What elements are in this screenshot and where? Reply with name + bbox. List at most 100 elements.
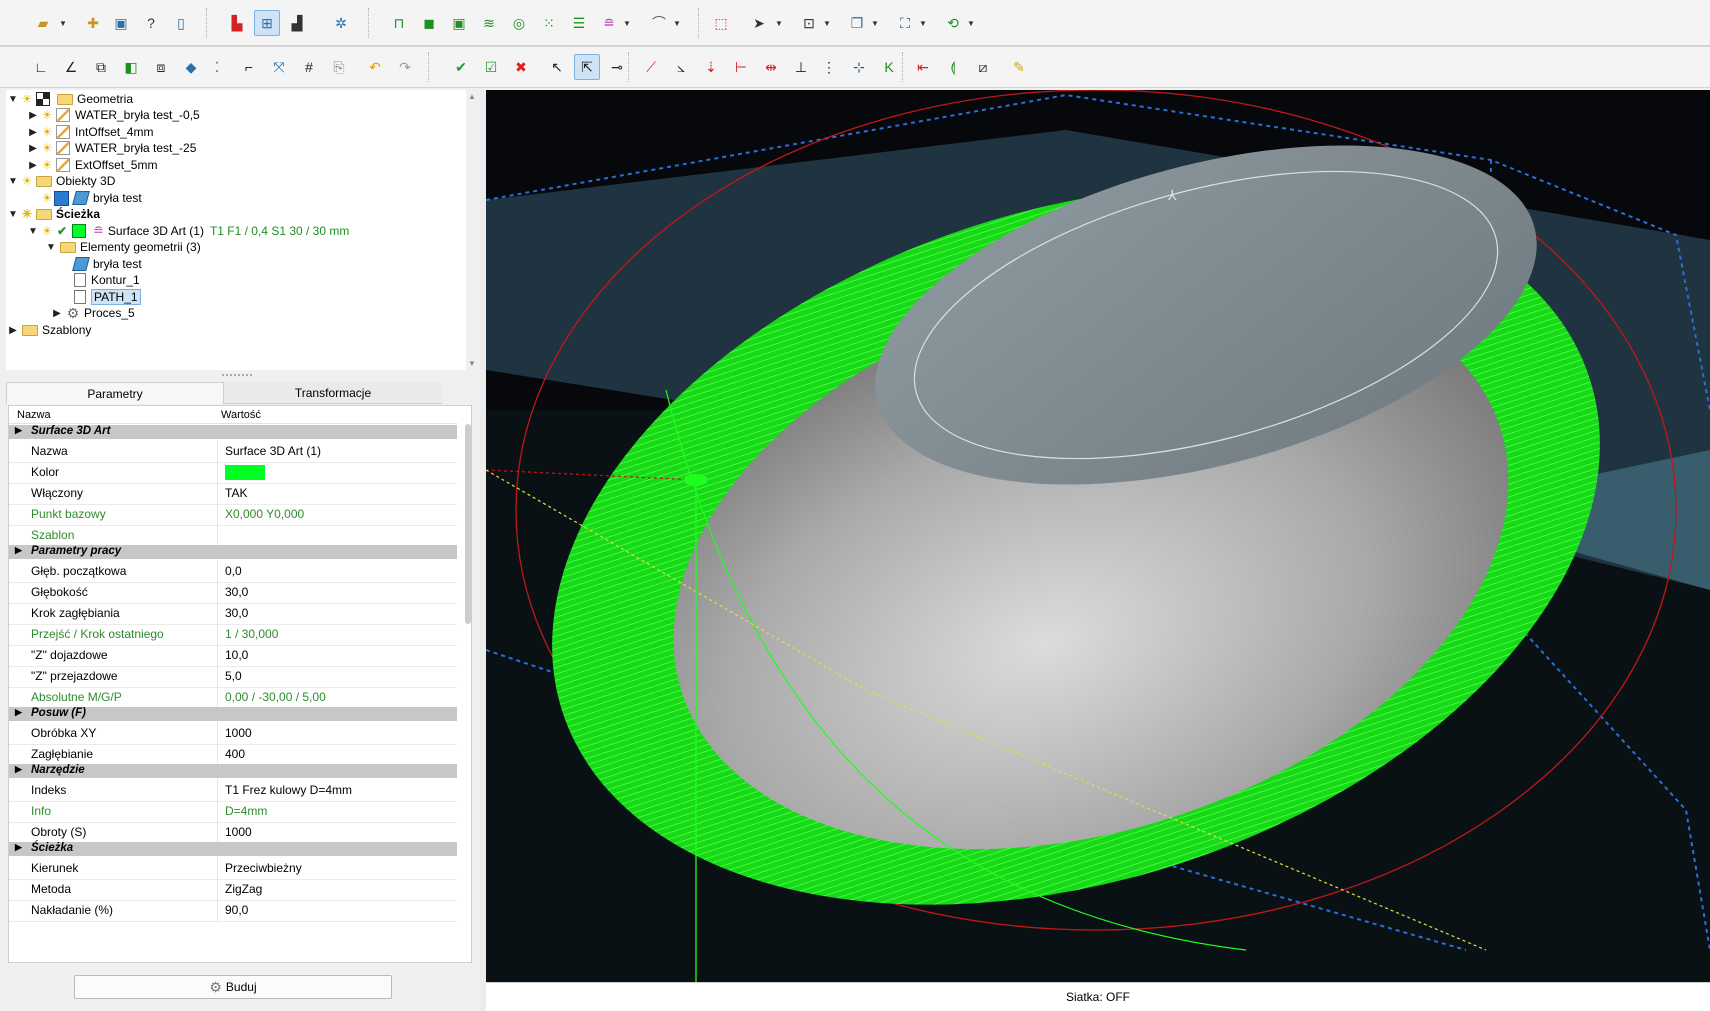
property-value[interactable]: Przeciwbieżny — [225, 861, 302, 875]
collapse-icon[interactable]: ▼ — [26, 226, 40, 237]
surface-dropdown-icon[interactable]: ▼ — [622, 10, 632, 36]
expand-icon[interactable]: ▶ — [15, 764, 22, 775]
property-row[interactable]: Zagłębianie 400 — [9, 743, 457, 766]
property-value[interactable]: ZigZag — [225, 882, 262, 896]
property-row[interactable]: "Z" dojazdowe 10,0 — [9, 644, 457, 667]
check-icon[interactable]: ✔ — [54, 224, 70, 238]
expand-icon[interactable]: ▶ — [26, 127, 40, 138]
surface-3d-icon[interactable]: ≘ — [596, 10, 622, 36]
step-icon[interactable]: ⌐ — [236, 54, 262, 80]
property-row[interactable]: Absolutne M/G/P 0,00 / -30,00 / 5,00 — [9, 686, 457, 709]
document-icon[interactable]: ▯ — [168, 10, 194, 36]
properties-icon[interactable]: ⎘ — [326, 54, 352, 80]
property-value[interactable]: 0,0 — [225, 564, 242, 578]
snap-dropdown-icon[interactable]: ▼ — [822, 10, 832, 36]
perpendicular-icon[interactable]: ⊥ — [788, 54, 814, 80]
collapse-icon[interactable]: ▼ — [6, 176, 20, 187]
select-move-icon[interactable]: ⇱ — [574, 54, 600, 80]
redo-icon[interactable]: ↷ — [392, 54, 418, 80]
layout-grid-icon[interactable]: ⊞ — [254, 10, 280, 36]
tree-item-szablony[interactable]: ▶ Szablony — [6, 321, 91, 339]
expand-icon[interactable]: ▶ — [15, 545, 22, 556]
refresh-icon[interactable]: ⟲ — [940, 10, 966, 36]
property-category[interactable]: ▶ Ścieżka — [9, 842, 457, 856]
bulb-icon[interactable]: ☀ — [40, 141, 54, 155]
property-value[interactable]: TAK — [225, 486, 247, 500]
bulb-icon[interactable]: ☀ — [40, 108, 54, 122]
property-row[interactable]: Przejść / Krok ostatniego 1 / 30,000 — [9, 623, 457, 646]
property-row[interactable]: Nazwa Surface 3D Art (1) — [9, 440, 457, 463]
chart-icon[interactable]: ▟ — [284, 10, 310, 36]
tree-item[interactable]: ▶ ☀ WATER_bryła test_-0,5 — [26, 106, 200, 124]
tree-scrollbar[interactable]: ▲ ▼ — [466, 90, 478, 370]
property-category[interactable]: ▶ Surface 3D Art — [9, 425, 457, 439]
axis-xy-icon[interactable]: ∟ — [28, 54, 54, 80]
property-row[interactable]: Szablon — [9, 524, 457, 547]
view-shaded-icon[interactable]: ◆ — [178, 54, 204, 80]
bounds-icon[interactable]: ⛶ — [892, 10, 918, 36]
property-value[interactable]: 1 / 30,000 — [225, 627, 278, 641]
property-value[interactable]: T1 Frez kulowy D=4mm — [225, 783, 352, 797]
property-value[interactable]: 30,0 — [225, 585, 248, 599]
scroll-up-icon[interactable]: ▲ — [468, 92, 476, 101]
property-row[interactable]: Obróbka XY 1000 — [9, 722, 457, 745]
tree-item[interactable]: Kontur_1 — [72, 271, 140, 289]
property-row[interactable]: Punkt bazowy X0,000 Y0,000 — [9, 503, 457, 526]
collapse-icon[interactable]: ▼ — [6, 94, 20, 105]
settings-icon[interactable]: ✲ — [328, 10, 354, 36]
curve-dropdown-icon[interactable]: ▼ — [672, 10, 682, 36]
property-row[interactable]: Info D=4mm — [9, 800, 457, 823]
expand-icon[interactable]: ▶ — [26, 160, 40, 171]
bulb-icon[interactable]: ☀ — [40, 191, 54, 205]
tab-parametry[interactable]: Parametry — [6, 382, 224, 404]
property-value[interactable]: 5,0 — [225, 669, 242, 683]
node-icon[interactable]: ⊸ — [604, 54, 630, 80]
contour-icon[interactable]: ⊓ — [386, 10, 412, 36]
angle-tool-icon[interactable]: ⦣ — [668, 54, 694, 80]
property-value[interactable]: Surface 3D Art (1) — [225, 444, 321, 458]
property-row[interactable]: Indeks T1 Frez kulowy D=4mm — [9, 779, 457, 802]
tab-transformacje[interactable]: Transformacje — [224, 382, 442, 404]
property-value[interactable]: 10,0 — [225, 648, 248, 662]
grid-icon[interactable]: # — [296, 54, 322, 80]
pocket-offset-icon[interactable]: ▣ — [446, 10, 472, 36]
property-row[interactable]: Krok zagłębiania 30,0 — [9, 602, 457, 625]
open-dropdown-icon[interactable]: ▼ — [58, 10, 68, 36]
property-value[interactable]: 1000 — [225, 726, 252, 740]
view-iso-icon[interactable]: ⧉ — [88, 54, 114, 80]
zoom-fit-icon[interactable]: ⤧ — [266, 54, 292, 80]
new-file-icon[interactable]: ✚ — [80, 10, 106, 36]
material-icon[interactable]: ▙ — [224, 10, 250, 36]
undo-icon[interactable]: ↶ — [362, 54, 388, 80]
pocket-icon[interactable]: ◼ — [416, 10, 442, 36]
clean-icon[interactable]: ✎ — [1006, 54, 1032, 80]
splitter-grip[interactable] — [222, 374, 252, 378]
property-row[interactable]: Metoda ZigZag — [9, 878, 457, 901]
center-point-icon[interactable]: ⊹ — [846, 54, 872, 80]
scroll-down-icon[interactable]: ▼ — [468, 359, 476, 368]
offset-icon[interactable]: ⟬ — [940, 54, 966, 80]
property-value[interactable]: X0,000 Y0,000 — [225, 507, 304, 521]
tree-item[interactable]: ▶ ☀ WATER_bryła test_-25 — [26, 139, 196, 157]
tree-item-elements[interactable]: ▼ Elementy geometrii (3) — [44, 238, 201, 256]
property-row[interactable]: Kolor — [9, 461, 457, 484]
property-row[interactable]: "Z" przejazdowe 5,0 — [9, 665, 457, 688]
save-icon[interactable]: ▣ — [108, 10, 134, 36]
expand-icon[interactable]: ▶ — [15, 425, 22, 436]
line-tool-icon[interactable]: ⟋ — [638, 54, 664, 80]
bulb-icon[interactable]: ☀ — [20, 207, 34, 221]
axis-angle-icon[interactable]: ∠ — [58, 54, 84, 80]
accept-icon[interactable]: ✔ — [448, 54, 474, 80]
engrave-icon[interactable]: ≋ — [476, 10, 502, 36]
bulb-icon[interactable]: ☀ — [20, 92, 34, 106]
bounds-dropdown-icon[interactable]: ▼ — [918, 10, 928, 36]
expand-icon[interactable]: ▶ — [26, 143, 40, 154]
pointer-icon[interactable]: ➤ — [746, 10, 772, 36]
expand-icon[interactable]: ▶ — [15, 707, 22, 718]
help-icon[interactable]: ? — [138, 10, 164, 36]
bulb-icon[interactable]: ☀ — [40, 158, 54, 172]
distance-tool-icon[interactable]: ⇹ — [758, 54, 784, 80]
color-swatch[interactable] — [225, 465, 265, 480]
lines-icon[interactable]: ☰ — [566, 10, 592, 36]
accept-all-icon[interactable]: ☑ — [478, 54, 504, 80]
